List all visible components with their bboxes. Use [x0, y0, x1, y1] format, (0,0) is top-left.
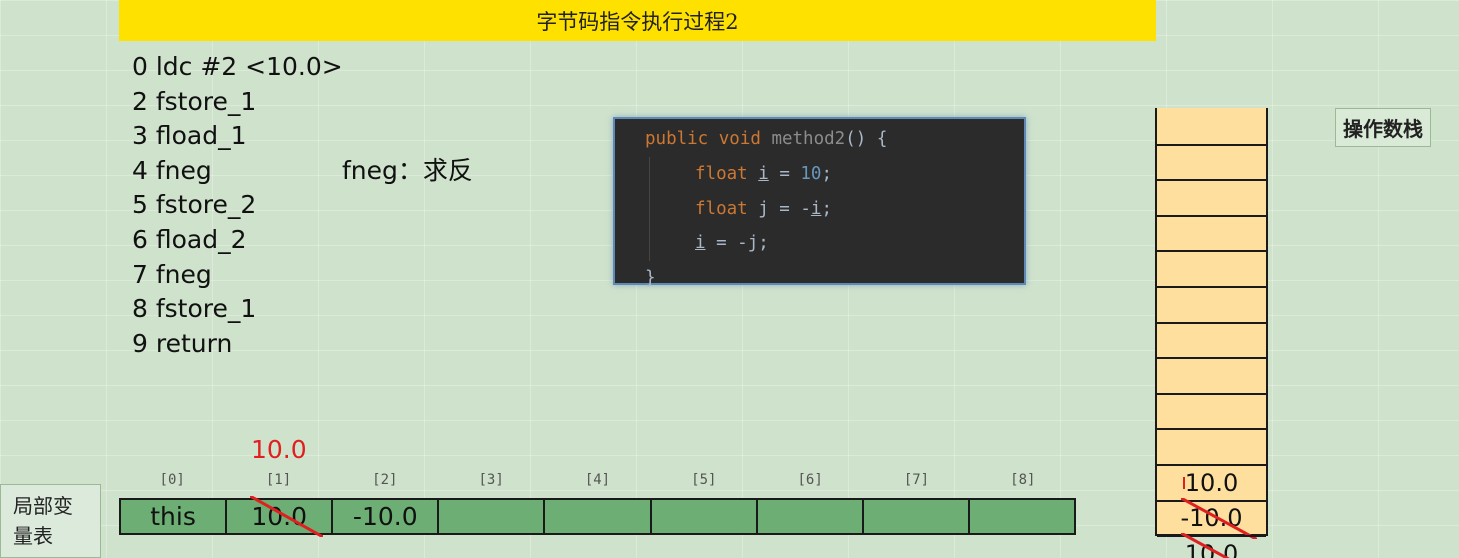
stack-slot: [1157, 214, 1266, 251]
fneg-note: fneg：求反: [342, 156, 473, 185]
code-keyword: public void: [645, 129, 761, 149]
local-variable-table-label: 局部变 量表: [0, 484, 101, 558]
instruction-line: 9 return: [132, 328, 233, 358]
lvt-slot: [649, 500, 756, 533]
code-line: float i = 10;: [645, 156, 1024, 192]
stack-slot: [1157, 321, 1266, 358]
instruction-line: 5 fstore_2: [132, 190, 257, 220]
instruction-line: 2 fstore_1: [132, 86, 257, 116]
code-text: j = -: [747, 198, 811, 219]
lvt-slot: [437, 500, 543, 533]
operand-stack-label: 操作数栈: [1335, 108, 1431, 147]
lvt-updated-value: 10.0: [251, 435, 307, 464]
code-text: () {: [845, 129, 888, 149]
stack-slot: [1157, 357, 1266, 393]
lvt-index: [8]: [1010, 472, 1036, 488]
code-line: i = -j;: [645, 226, 1024, 261]
stack-slot-value: -10.0: [1180, 504, 1243, 533]
instruction-line: 7 fneg: [132, 259, 212, 289]
lvt-index: [4]: [584, 472, 611, 488]
lvt-index: [2]: [372, 472, 398, 488]
lvt-index: [3]: [478, 472, 504, 488]
code-variable: i: [758, 163, 769, 184]
stack-slot: [1157, 428, 1266, 464]
lvt-slot: -10.0: [331, 500, 437, 533]
code-line: public void method2() {: [645, 122, 1024, 157]
stack-slot: [1157, 108, 1266, 144]
lvt-index: [7]: [903, 472, 930, 488]
stack-slot: -10.0: [1157, 500, 1266, 536]
lvt-slot-value: 10.0: [251, 502, 307, 531]
local-variable-table: this 10.0 -10.0: [119, 498, 1076, 535]
lvt-slot-value: this: [150, 502, 196, 531]
lvt-index: [1]: [265, 472, 292, 488]
code-line: float j = -i;: [645, 191, 1024, 227]
operand-stack: 10.0 -10.0 10.0: [1155, 108, 1268, 558]
code-variable: i: [695, 233, 706, 254]
stack-slot: 10.0: [1157, 463, 1266, 500]
code-text: =: [768, 163, 801, 184]
stack-slot: [1157, 392, 1266, 429]
lvt-slot: [861, 500, 968, 533]
lvt-slot: [755, 500, 862, 533]
code-variable: i: [810, 198, 822, 219]
code-method-name: method2: [771, 129, 846, 149]
instruction-line: 6 fload_2: [132, 224, 247, 254]
stack-slot: [1157, 179, 1266, 215]
lvt-label-line: 局部变: [13, 494, 73, 518]
code-text: = -j;: [705, 233, 769, 254]
lvt-slot: 10.0: [225, 500, 331, 533]
instruction-line: 8 fstore_1: [132, 294, 257, 324]
code-line: }: [645, 268, 656, 289]
lvt-slot: [967, 500, 1074, 533]
instruction-line: 3 fload_1: [132, 121, 247, 151]
java-code-snippet: public void method2() { float i = 10; fl…: [613, 117, 1026, 288]
lvt-label-line: 量表: [13, 524, 53, 548]
stack-slot: [1157, 250, 1266, 286]
lvt-index: [0]: [159, 472, 185, 488]
stack-slot: 10.0: [1157, 535, 1266, 558]
code-keyword: float: [695, 163, 748, 184]
instruction-line: 0 ldc #2 <10.0>: [132, 52, 343, 81]
plus-mark: [1182, 476, 1185, 489]
code-keyword: float: [695, 198, 748, 219]
lvt-index: [6]: [797, 472, 823, 488]
slide-title: 字节码指令执行过程2: [119, 0, 1156, 41]
code-text: ;: [821, 198, 832, 219]
lvt-index: [5]: [691, 472, 717, 488]
stack-slot: [1157, 143, 1266, 180]
code-number: 10: [800, 163, 822, 184]
lvt-index-row: [0] [1] [2] [3] [4] [5] [6] [7] [8]: [119, 472, 1076, 494]
lvt-slot: [543, 500, 649, 533]
stack-slot-value: 10.0: [1182, 468, 1239, 497]
lvt-slot: this: [121, 500, 225, 533]
stack-slot-value: 10.0: [1184, 539, 1239, 558]
bytecode-instruction-list: 0 ldc #2 <10.0> 2 fstore_1 3 fload_1 4 f…: [132, 50, 492, 361]
stack-slot: [1157, 285, 1266, 322]
lvt-slot-value: -10.0: [352, 502, 418, 531]
code-text: ;: [821, 163, 833, 184]
